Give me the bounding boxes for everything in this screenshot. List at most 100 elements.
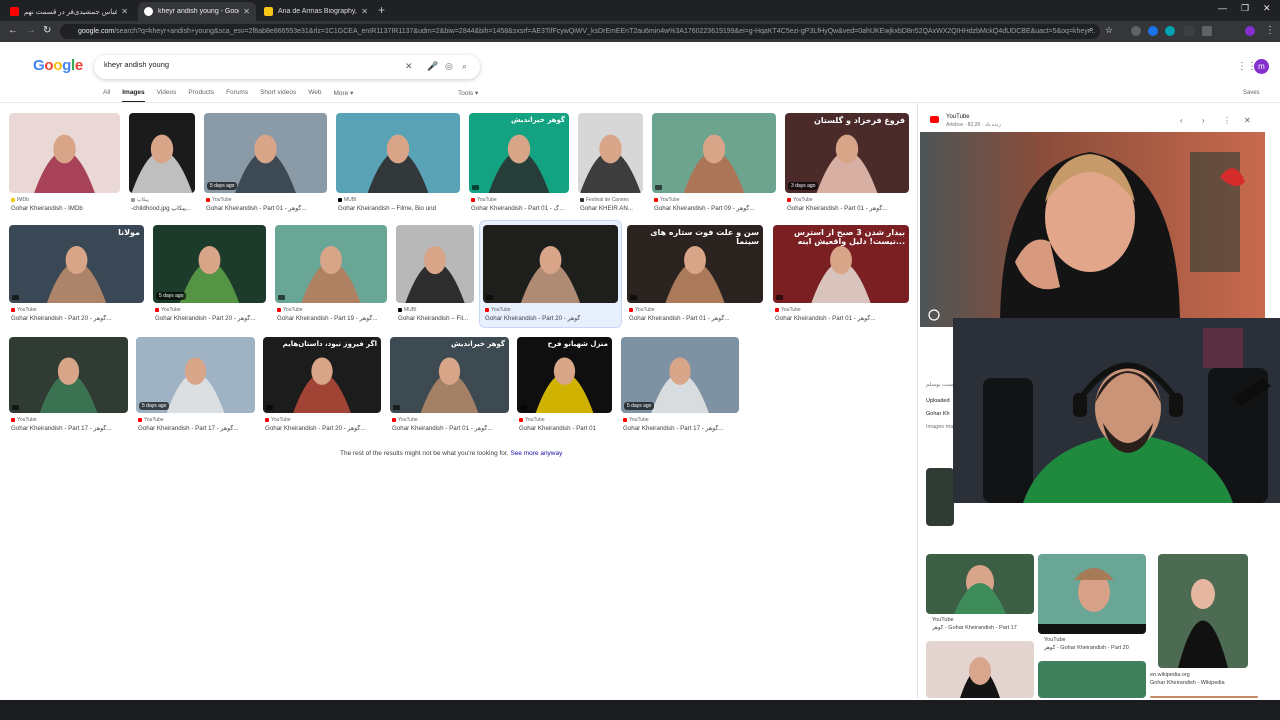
thumb-source[interactable]: en.wikipedia.org	[1150, 672, 1260, 678]
image-result[interactable]: سن و علت فوت ستاره های سینما YouTube Gohar…	[627, 225, 763, 329]
search-input[interactable]	[104, 60, 394, 69]
result-thumbnail[interactable]: 5 days ago	[621, 337, 739, 413]
close-panel-icon[interactable]: ✕	[1244, 116, 1251, 125]
result-thumbnail[interactable]: گوهر خیراندیش	[390, 337, 509, 413]
see-more-anyway-link[interactable]: See more anyway	[510, 450, 562, 457]
result-caption[interactable]: Gohar Kheirandish - Part 09 - گوهر...	[654, 205, 776, 212]
new-tab-button[interactable]: +	[378, 3, 385, 17]
image-result[interactable]: گوهر خیراندیش YouTube Gohar Kheirandish - …	[469, 113, 569, 219]
image-result[interactable]: منزل شهبانو فرح YouTube Gohar Kheirandish …	[517, 337, 612, 439]
related-thumbnail[interactable]	[1038, 661, 1146, 698]
extension-icon[interactable]	[1131, 26, 1141, 36]
browser-tab-2[interactable]: kheyr andish young - Google S ✕	[138, 2, 256, 21]
result-caption[interactable]: -childhood.jpg پیکاپ...	[131, 205, 195, 212]
result-source[interactable]: YouTube	[787, 197, 909, 203]
related-thumbnail[interactable]	[1038, 554, 1146, 634]
result-caption[interactable]: Gohar Kheirandish - Part 17 - گوهر...	[11, 425, 128, 432]
result-caption[interactable]: Gohar Kheirandish - Part 01 - گوهر...	[392, 425, 509, 432]
extension-icon[interactable]	[1148, 26, 1158, 36]
previous-icon[interactable]: ‹	[1180, 116, 1183, 125]
search-icon[interactable]: ⌕	[462, 61, 467, 72]
result-source[interactable]: پیکاپ	[131, 197, 195, 203]
tab-more[interactable]: More ▾	[333, 89, 353, 103]
tab-forums[interactable]: Forums	[226, 89, 248, 103]
result-caption[interactable]: Gohar Kheirandish - Part 01 - گوهر...	[206, 205, 327, 212]
result-caption[interactable]: Gohar Kheirandish - Part 01 - گوهر...	[775, 315, 909, 322]
preview-image[interactable]	[920, 132, 1265, 327]
result-thumbnail[interactable]: بیدار شدن 3 صبح از استرس نیست! دلیل واقع…	[773, 225, 909, 303]
result-source[interactable]: YouTube	[775, 307, 909, 313]
result-thumbnail[interactable]: منزل شهبانو فرح	[517, 337, 612, 413]
close-tab-icon[interactable]: ✕	[121, 7, 128, 16]
result-caption[interactable]: Gohar Kheirandish - Part 01 - گوهر...	[629, 315, 763, 322]
image-result[interactable]: YouTube Gohar Kheirandish - Part 20 - گوه…	[483, 225, 618, 329]
result-thumbnail[interactable]: 5 days ago	[204, 113, 327, 193]
result-source[interactable]: YouTube	[392, 417, 509, 423]
result-source[interactable]: YouTube	[206, 197, 327, 203]
result-thumbnail[interactable]: مولانا	[9, 225, 144, 303]
result-source[interactable]: YouTube	[629, 307, 763, 313]
menu-kebab-icon[interactable]: ⋮	[1265, 25, 1275, 36]
result-source[interactable]: IMDb	[11, 197, 120, 203]
result-source[interactable]: MUBI	[338, 197, 460, 203]
result-source[interactable]: Festival de Cannes	[580, 197, 643, 203]
result-source[interactable]: YouTube	[11, 307, 144, 313]
result-source[interactable]: YouTube	[623, 417, 739, 423]
result-source[interactable]: YouTube	[155, 307, 266, 313]
result-thumbnail[interactable]	[9, 337, 128, 413]
image-result[interactable]: اگر فیروز نبود، داستان‌هایم YouTube Gohar …	[263, 337, 381, 439]
image-result[interactable]: YouTube Gohar Kheirandish - Part 19 - گوه…	[275, 225, 387, 329]
image-result[interactable]: مولانا YouTube Gohar Kheirandish - Part 20…	[9, 225, 144, 329]
tab-products[interactable]: Products	[188, 89, 214, 103]
result-thumbnail[interactable]: 5 days ago	[153, 225, 266, 303]
close-window-icon[interactable]: ✕	[1263, 3, 1271, 14]
tab-web[interactable]: Web	[308, 89, 321, 103]
result-thumbnail[interactable]	[652, 113, 776, 193]
saves-button[interactable]: Saves	[1243, 90, 1260, 96]
result-caption[interactable]: Gohar Kheirandish - IMDb	[11, 205, 120, 212]
clear-search-icon[interactable]: ✕	[405, 61, 413, 72]
puzzle-extensions-icon[interactable]	[1202, 26, 1212, 36]
next-icon[interactable]: ›	[1202, 116, 1205, 125]
related-thumbnail[interactable]	[926, 641, 1034, 698]
result-thumbnail[interactable]	[129, 113, 195, 193]
reload-icon[interactable]: ↻	[43, 25, 51, 36]
image-result[interactable]: بیدار شدن 3 صبح از استرس نیست! دلیل واقع…	[773, 225, 909, 329]
address-bar[interactable]: google.com/search?q=kheyr+andish+young&s…	[60, 24, 1100, 39]
restore-icon[interactable]: ❐	[1241, 3, 1249, 14]
result-source[interactable]: YouTube	[138, 417, 255, 423]
result-caption[interactable]: Gohar KHEIR AN...	[580, 205, 643, 212]
voice-search-icon[interactable]: 🎤	[427, 61, 438, 72]
tab-videos[interactable]: Videos	[157, 89, 177, 103]
result-caption[interactable]: Gohar Kheirandish - Part 20 - گوهر...	[155, 315, 266, 322]
image-result[interactable]: YouTube Gohar Kheirandish - Part 17 - گوه…	[9, 337, 128, 439]
result-caption[interactable]: Gohar Kheirandish - Part 01 - گوهر...	[787, 205, 909, 212]
image-result[interactable]: Festival de Cannes Gohar KHEIR AN...	[578, 113, 643, 219]
result-thumbnail[interactable]	[578, 113, 643, 193]
image-result[interactable]: 5 days ago YouTube Gohar Kheirandish - Par…	[136, 337, 255, 439]
result-thumbnail[interactable]: 5 days ago	[136, 337, 255, 413]
result-thumbnail[interactable]: اگر فیروز نبود، داستان‌هایم	[263, 337, 381, 413]
browser-tab-1[interactable]: عباس جمشیدی‌فر در قسمت نهم ✕	[4, 2, 134, 21]
panel-site-name[interactable]: YouTube	[946, 114, 970, 120]
thumb-caption[interactable]: Gohar Kheirandish - Wikipedia	[1150, 680, 1260, 686]
result-source[interactable]: YouTube	[11, 417, 128, 423]
browser-tab-3[interactable]: Ana de Armas Biography, Acto ✕	[258, 2, 374, 21]
lens-search-icon[interactable]: ◎	[445, 61, 453, 72]
zoom-search-icon[interactable]: ⌕	[1089, 25, 1093, 35]
related-thumbnail[interactable]	[926, 468, 954, 526]
image-result[interactable]: IMDb Gohar Kheirandish - IMDb	[9, 113, 120, 219]
image-result[interactable]: گوهر خیراندیش YouTube Gohar Kheirandish - …	[390, 337, 509, 439]
result-caption[interactable]: Gohar Kheirandish - Part 20 - گوهر...	[11, 315, 144, 322]
related-thumbnail[interactable]	[1158, 554, 1248, 668]
result-caption[interactable]: Gohar Kheirandish - Part 17 - گوهر...	[138, 425, 255, 432]
tab-images[interactable]: Images	[122, 89, 145, 103]
thumb-caption[interactable]: گوهر - Gohar Kheirandish - Part 17	[932, 625, 1032, 631]
result-source[interactable]: YouTube	[265, 417, 381, 423]
extension-icon[interactable]	[1184, 26, 1194, 36]
result-source[interactable]: YouTube	[485, 307, 618, 313]
result-caption[interactable]: Gohar Kheirandish - Part 19 - گوهر...	[277, 315, 387, 322]
result-thumbnail[interactable]: فروغ فرخزاد و گلستان 3 days ago	[785, 113, 909, 193]
more-options-icon[interactable]: ⋮	[1223, 116, 1231, 125]
result-source[interactable]: YouTube	[654, 197, 776, 203]
